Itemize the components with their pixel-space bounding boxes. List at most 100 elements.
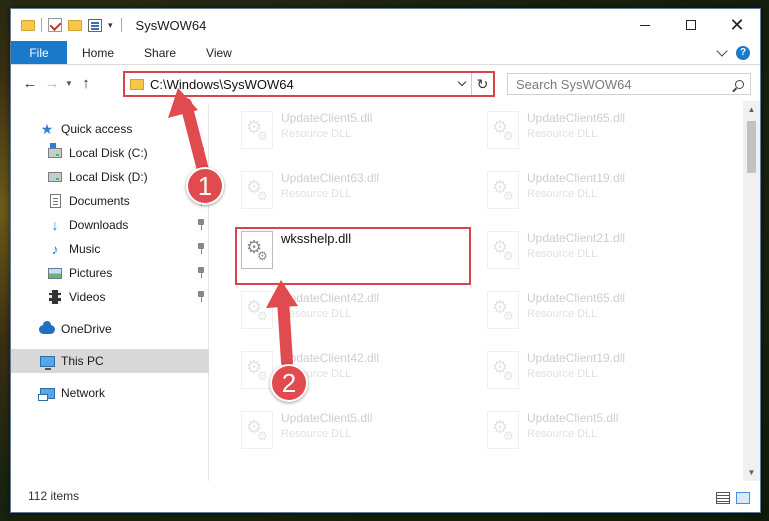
dll-file-icon (487, 171, 519, 209)
vertical-scrollbar[interactable]: ▲ ▼ (743, 101, 760, 481)
network-icon (37, 385, 55, 401)
properties-check-icon[interactable] (48, 18, 62, 32)
search-icon[interactable] (728, 79, 750, 89)
address-bar[interactable]: C:\Windows\SysWOW64 ↻ (123, 71, 495, 97)
toolbar-dropdown-icon[interactable]: ▾ (108, 20, 113, 31)
sidebar-item-local-disk-c[interactable]: Local Disk (C:) (11, 141, 209, 165)
file-item[interactable]: UpdateClient19.dll Resource DLL (479, 345, 719, 403)
sidebar-item-quick-access[interactable]: ★ Quick access (11, 117, 209, 141)
address-path[interactable]: C:\Windows\SysWOW64 (150, 77, 453, 92)
file-type: Resource DLL (527, 368, 598, 380)
expand-ribbon-icon[interactable] (716, 44, 728, 57)
pin-icon[interactable] (197, 147, 205, 158)
dll-file-icon (241, 411, 273, 449)
file-highlight-box (235, 227, 471, 285)
file-item[interactable]: UpdateClient42.dllResource DLL (233, 345, 473, 403)
ribbon-right-controls: ? (716, 41, 760, 64)
help-icon[interactable]: ? (736, 45, 750, 60)
file-name: UpdateClient63.dll (281, 171, 380, 185)
up-arrow-icon[interactable]: ↑ (75, 72, 97, 94)
file-name: UpdateClient19.dll (527, 351, 626, 365)
file-type: Resource DLL (527, 308, 598, 320)
file-item[interactable]: UpdateClient63.dll Resource DLL (233, 165, 473, 223)
sidebar-item-local-disk-d[interactable]: Local Disk (D:) (11, 165, 209, 189)
sidebar-item-label: Music (69, 242, 101, 256)
new-folder-icon[interactable] (68, 19, 82, 31)
pin-icon[interactable] (197, 219, 205, 230)
sidebar-item-label: Local Disk (C:) (69, 146, 148, 160)
dll-file-icon (487, 111, 519, 149)
large-icons-view-icon[interactable] (736, 492, 750, 504)
search-box[interactable] (507, 73, 751, 95)
file-item[interactable]: UpdateClient21.dll Resource DLL (479, 225, 719, 283)
file-item[interactable]: UpdateClient5.dll Resource DLL (233, 405, 473, 463)
sidebar-item-network[interactable]: Network (11, 381, 209, 405)
refresh-button[interactable]: ↻ (471, 73, 493, 95)
maximize-button[interactable] (668, 9, 714, 41)
sidebar-item-label: Local Disk (D:) (69, 170, 148, 184)
file-item[interactable]: UpdateClient65.dll Resource DLL (479, 285, 719, 343)
file-item[interactable]: UpdateClient5.dll Resource DLL (479, 405, 719, 463)
sidebar-item-label: Videos (69, 290, 106, 304)
dll-file-icon (487, 291, 519, 329)
drive-icon (47, 169, 63, 185)
pin-icon[interactable] (197, 267, 205, 278)
sidebar-item-documents[interactable]: Documents (11, 189, 209, 213)
file-type: Resource DLL (527, 128, 598, 140)
navigation-bar: ← → ▼ ↑ C:\Windows\SysWOW64 ↻ (11, 65, 760, 101)
sidebar-item-label: Downloads (69, 218, 129, 232)
chevron-down-icon (457, 77, 467, 87)
customize-toolbar-icon[interactable] (88, 18, 102, 32)
back-arrow-icon[interactable]: ← (19, 72, 41, 94)
pin-icon[interactable] (197, 243, 205, 254)
minimize-icon (640, 24, 650, 26)
file-explorer-window: ▾ SysWOW64 ✕ File Home Share View ? ← → … (10, 8, 761, 513)
drive-c-icon (47, 143, 63, 161)
title-bar: ▾ SysWOW64 ✕ (11, 9, 760, 41)
file-item[interactable]: UpdateClient42.dll Resource DLL (233, 285, 473, 343)
tab-home[interactable]: Home (67, 41, 129, 64)
close-button[interactable]: ✕ (714, 9, 760, 41)
window-controls: ✕ (622, 9, 760, 41)
file-type: Resource DLL (281, 308, 352, 320)
file-name: UpdateClient42.dll (281, 351, 380, 365)
sidebar-item-onedrive[interactable]: OneDrive (11, 317, 209, 341)
file-item[interactable]: UpdateClient65.dll Resource DLL (479, 105, 719, 163)
toolbar-separator (41, 18, 42, 32)
maximize-icon (686, 20, 696, 30)
sidebar-item-downloads[interactable]: ↓ Downloads (11, 213, 209, 237)
sidebar-item-label: OneDrive (61, 322, 112, 336)
this-pc-icon (39, 353, 55, 370)
file-name: UpdateClient21.dll (527, 231, 626, 245)
music-icon: ♪ (51, 241, 59, 257)
onedrive-icon (39, 320, 55, 337)
pin-icon[interactable] (197, 291, 205, 302)
tab-share[interactable]: Share (129, 41, 191, 64)
recent-locations-icon[interactable]: ▼ (63, 79, 75, 88)
tab-view[interactable]: View (191, 41, 247, 64)
videos-icon (47, 289, 63, 305)
address-dropdown-button[interactable] (453, 77, 471, 87)
tab-file[interactable]: File (11, 41, 67, 64)
minimize-button[interactable] (622, 9, 668, 41)
search-input[interactable] (516, 76, 728, 92)
scrollbar-thumb[interactable] (747, 121, 756, 173)
file-name: UpdateClient5.dll (527, 411, 619, 425)
scroll-down-icon[interactable]: ▼ (743, 464, 760, 481)
sidebar-item-pictures[interactable]: Pictures (11, 261, 209, 285)
details-view-icon[interactable] (716, 492, 730, 504)
sidebar-item-videos[interactable]: Videos (11, 285, 209, 309)
scroll-up-icon[interactable]: ▲ (743, 101, 760, 118)
sidebar-item-label: Pictures (69, 266, 113, 280)
forward-arrow-icon[interactable]: → (41, 72, 63, 94)
file-item[interactable]: UpdateClient5.dll Resource DLL (233, 105, 473, 163)
dll-file-icon (241, 171, 273, 209)
dll-file-icon (241, 111, 273, 149)
sidebar-item-this-pc[interactable]: This PC (11, 349, 209, 373)
refresh-icon: ↻ (476, 75, 489, 92)
downloads-icon: ↓ (51, 217, 59, 233)
file-item[interactable]: UpdateClient19.dll Resource DLL (479, 165, 719, 223)
window-title: SysWOW64 (135, 17, 207, 33)
file-name: UpdateClient42.dll (281, 291, 380, 305)
sidebar-item-music[interactable]: ♪ Music (11, 237, 209, 261)
